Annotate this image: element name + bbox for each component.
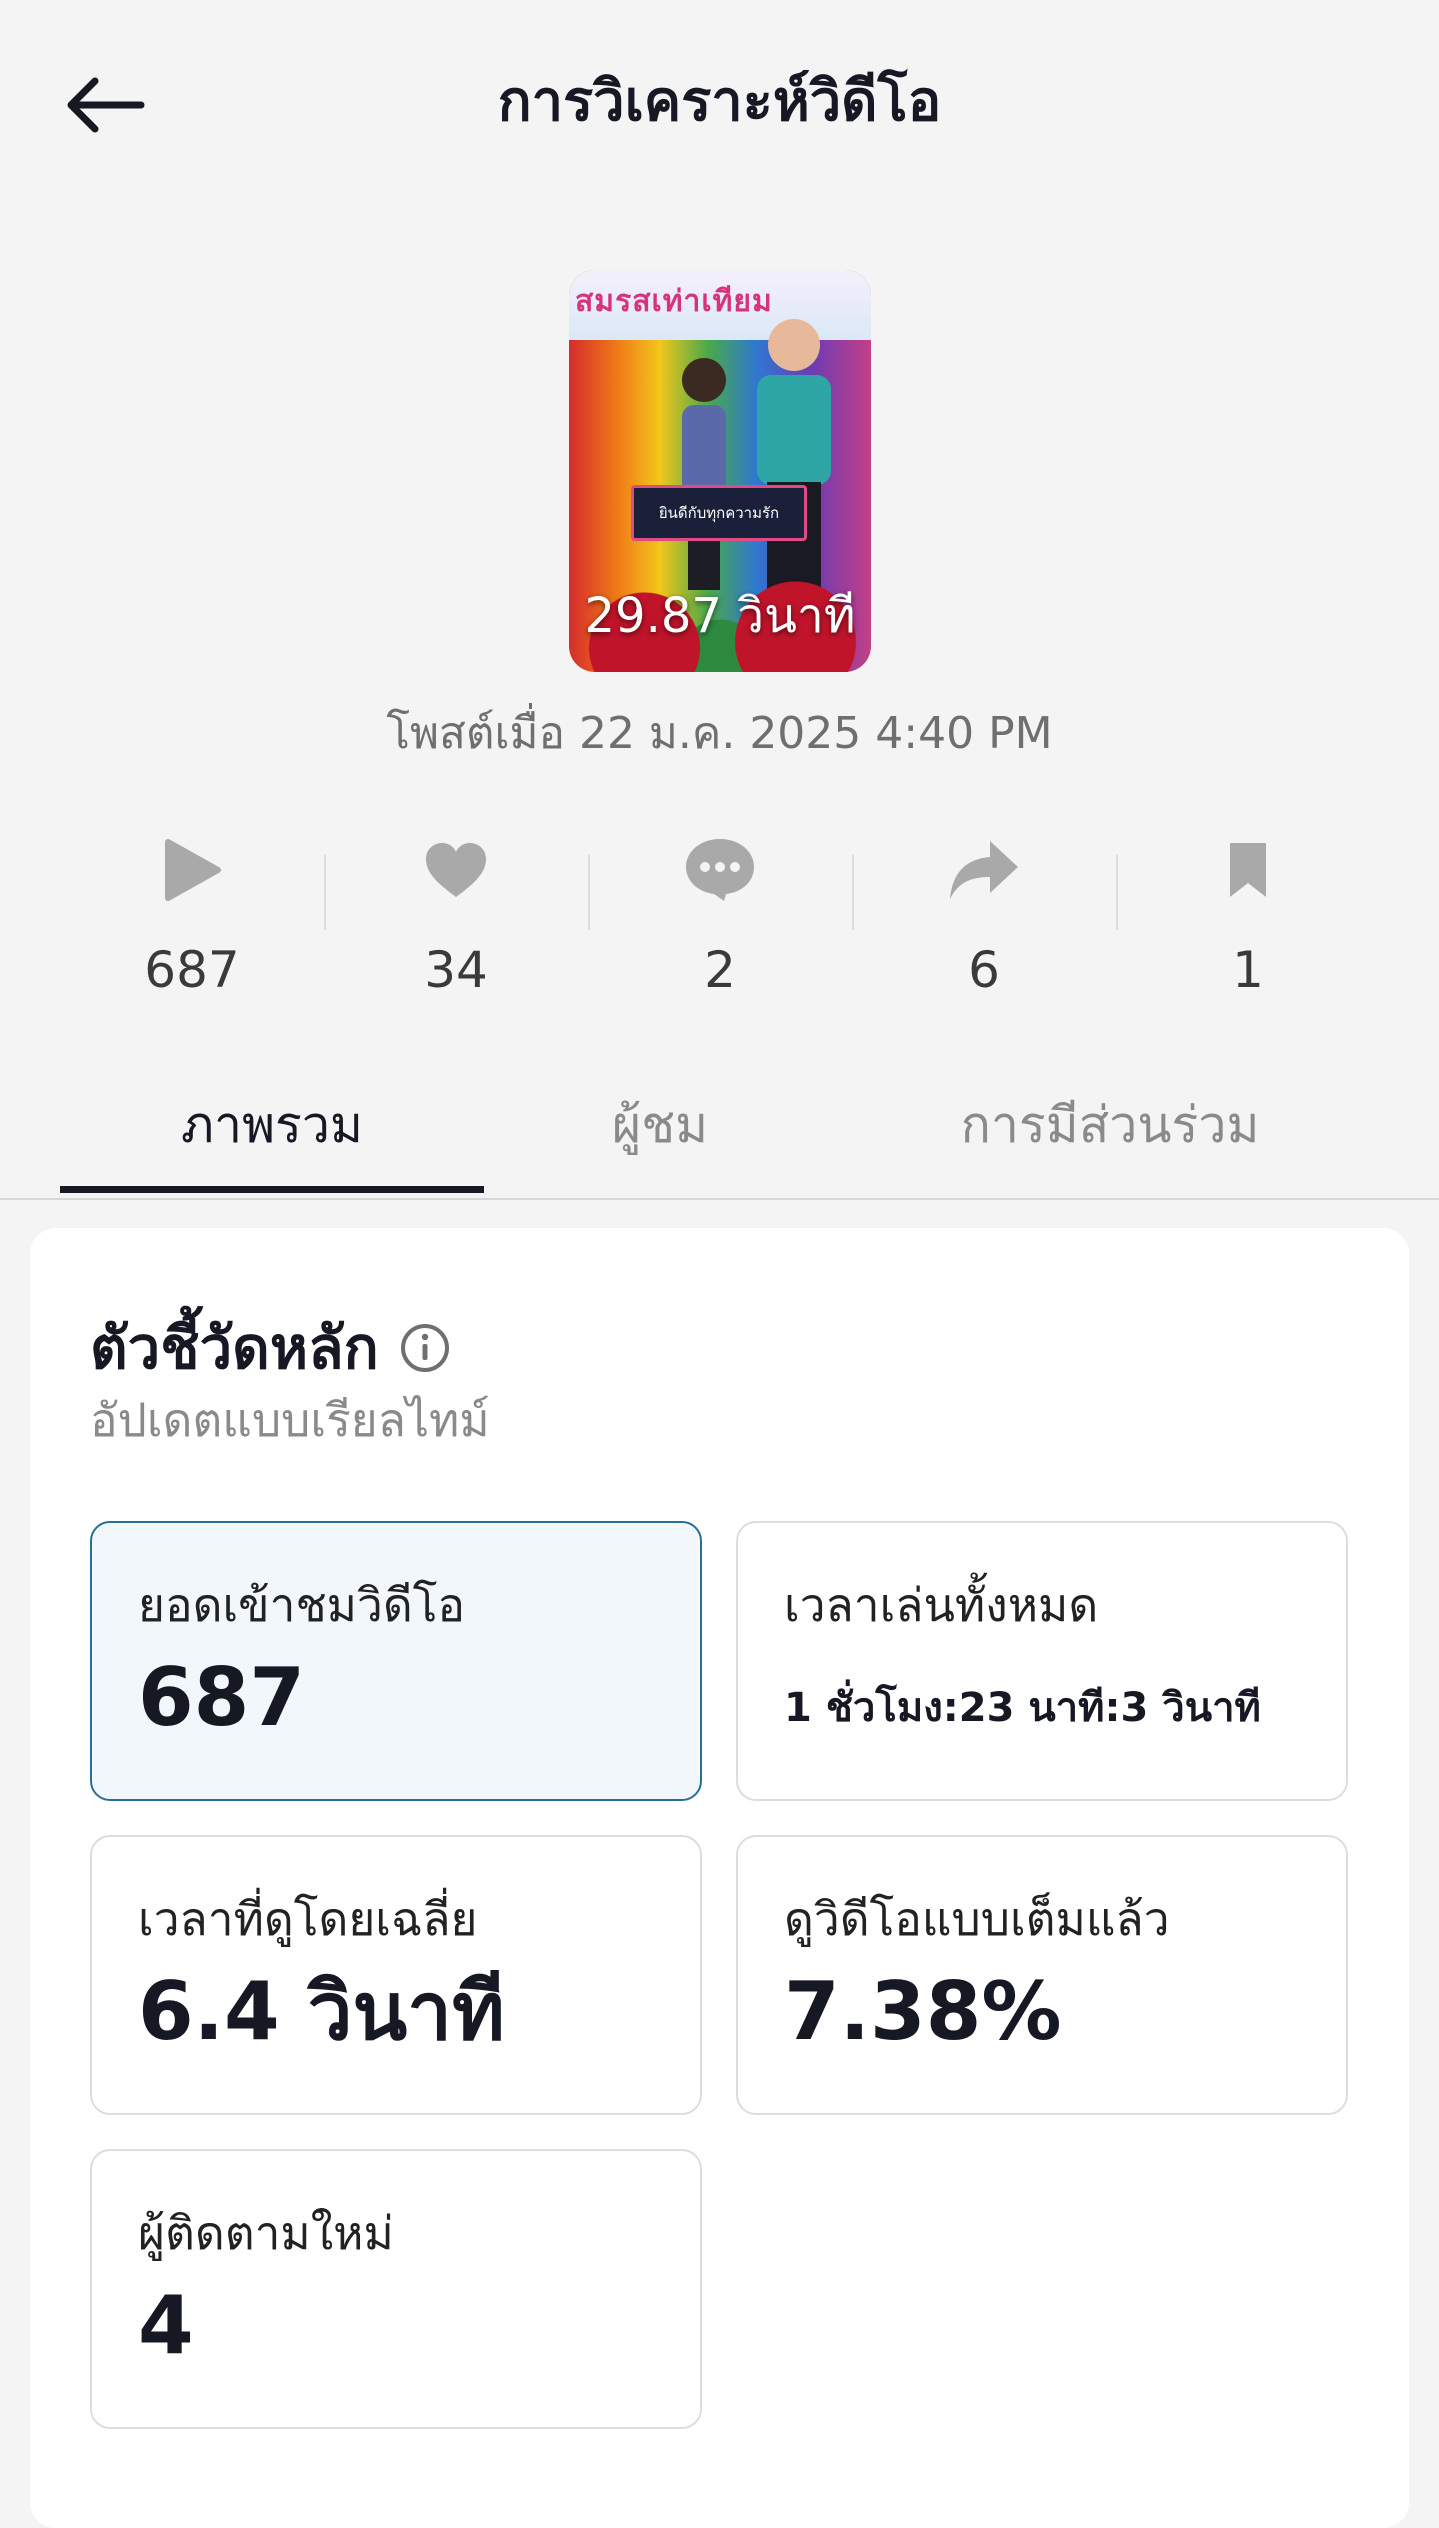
- stat-value: 1: [1232, 941, 1264, 999]
- stat-saves: 1: [1116, 820, 1380, 1020]
- page-title: การวิเคราะห์วิดีโอ: [497, 69, 942, 134]
- metric-value: 4: [138, 2279, 194, 2372]
- video-thumbnail[interactable]: สมรสเท่าเทียม ยินดีกับทุกความรัก 29.87 ว…: [569, 270, 871, 672]
- stat-value: 2: [704, 941, 736, 999]
- tab-overview[interactable]: ภาพรวม: [60, 1080, 484, 1198]
- metric-value: 6.4 วินาที: [138, 1965, 505, 2058]
- section-title: ตัวชี้วัดหลัก: [90, 1308, 451, 1388]
- share-icon: [950, 841, 1018, 899]
- metric-new-followers[interactable]: ผู้ติดตามใหม่ 4: [90, 2149, 702, 2429]
- metric-label: เวลาเล่นทั้งหมด: [784, 1578, 1099, 1632]
- thumbnail-caption: ยินดีกับทุกความรัก: [631, 485, 807, 541]
- metric-label: ยอดเข้าชมวิดีโอ: [138, 1578, 466, 1632]
- stat-shares: 6: [852, 820, 1116, 1020]
- stat-value: 687: [144, 941, 240, 999]
- engagement-stats: 687 34 2 6 1: [60, 820, 1380, 1020]
- tab-engagement[interactable]: การมีส่วนร่วม: [900, 1080, 1320, 1198]
- section-title-text: ตัวชี้วัดหลัก: [90, 1314, 379, 1382]
- metric-value: 687: [138, 1651, 305, 1744]
- metric-total-play-time[interactable]: เวลาเล่นทั้งหมด 1 ชั่วโมง:23 นาที:3 วินา…: [736, 1521, 1348, 1801]
- metric-average-watch-time[interactable]: เวลาที่ดูโดยเฉลี่ย 6.4 วินาที: [90, 1835, 702, 2115]
- stat-views: 687: [60, 820, 324, 1020]
- section-subtitle: อัปเดตแบบเรียลไทม์: [90, 1393, 490, 1447]
- tab-audience[interactable]: ผู้ชม: [520, 1080, 800, 1198]
- header: การวิเคราะห์วิดีโอ: [0, 0, 1439, 200]
- metric-label: ผู้ติดตามใหม่: [138, 2206, 394, 2260]
- tab-bar: ภาพรวม ผู้ชม การมีส่วนร่วม: [0, 1080, 1439, 1200]
- posted-date: โพสต์เมื่อ 22 ม.ค. 2025 4:40 PM: [386, 708, 1053, 759]
- key-metrics-card: ตัวชี้วัดหลัก อัปเดตแบบเรียลไทม์ ยอดเข้า…: [30, 1228, 1409, 2528]
- metric-watched-full-video[interactable]: ดูวิดีโอแบบเต็มแล้ว 7.38%: [736, 1835, 1348, 2115]
- metric-label: เวลาที่ดูโดยเฉลี่ย: [138, 1892, 478, 1946]
- heart-icon: [426, 843, 486, 897]
- bookmark-icon: [1230, 843, 1266, 897]
- active-tab-indicator: [60, 1186, 484, 1193]
- comment-icon: [686, 839, 754, 901]
- video-duration: 29.87 วินาที: [584, 588, 856, 644]
- metric-label: ดูวิดีโอแบบเต็มแล้ว: [784, 1892, 1170, 1946]
- stat-value: 6: [968, 941, 1000, 999]
- stat-value: 34: [424, 941, 488, 999]
- stat-comments: 2: [588, 820, 852, 1020]
- metric-video-views[interactable]: ยอดเข้าชมวิดีโอ 687: [90, 1521, 702, 1801]
- stat-likes: 34: [324, 820, 588, 1020]
- metric-value: 1 ชั่วโมง:23 นาที:3 วินาที: [784, 1685, 1261, 1731]
- metric-value: 7.38%: [784, 1965, 1062, 2058]
- play-icon: [165, 839, 221, 901]
- info-icon[interactable]: [399, 1322, 451, 1374]
